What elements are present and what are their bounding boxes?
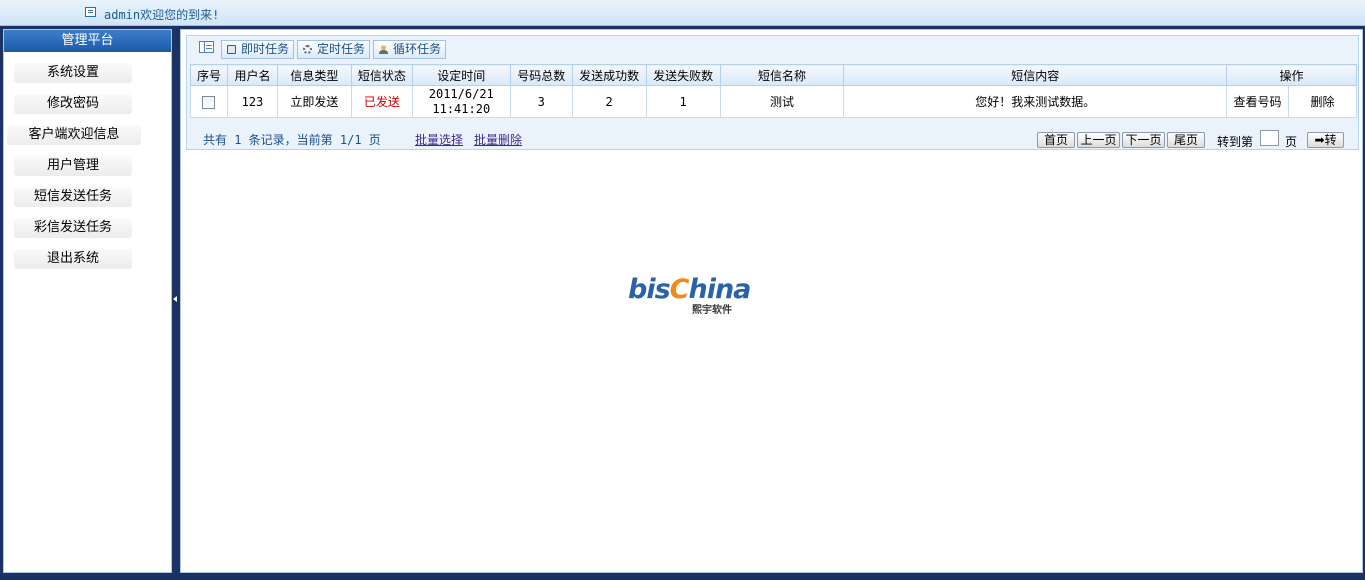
logo-text-part: C [669, 274, 690, 305]
cell-username: 123 [226, 85, 278, 118]
monitor-icon [227, 45, 236, 54]
top-bar: admin欢迎您的到来! [0, 0, 1365, 26]
col-header-status: 短信状态 [350, 64, 413, 86]
logo-subtitle: 熙宇软件 [692, 305, 732, 316]
last-page-button[interactable]: 尾页 [1167, 132, 1205, 148]
cell-time-text: 11:41:20 [432, 101, 491, 116]
sidebar-item-mms-tasks[interactable]: 彩信发送任务 [14, 218, 132, 238]
cell-success: 2 [571, 85, 647, 118]
col-header-type: 信息类型 [276, 64, 352, 86]
col-header-content: 短信内容 [843, 64, 1228, 86]
sidebar-item-sms-tasks[interactable]: 短信发送任务 [14, 187, 132, 207]
tab-instant-task[interactable]: 即时任务 [221, 40, 294, 59]
col-header-total: 号码总数 [509, 64, 573, 86]
cell-status: 已发送 [350, 85, 413, 118]
sidebar-item-change-password[interactable]: 修改密码 [14, 94, 132, 114]
tab-scheduled-task[interactable]: 定时任务 [297, 40, 370, 59]
cell-total: 3 [509, 85, 573, 118]
row-checkbox-cell [190, 85, 228, 118]
prev-page-button[interactable]: 上一页 [1077, 132, 1120, 148]
sidebar-title: 管理平台 [4, 30, 171, 52]
cell-date-text: 2011/6/21 [428, 86, 494, 101]
cell-time: 2011/6/21 11:41:20 [411, 85, 511, 118]
batch-select-link[interactable]: 批量选择 [415, 131, 463, 148]
tab-recurring-task[interactable]: 循环任务 [373, 40, 446, 59]
logo-wordmark: bisChina [628, 274, 751, 305]
list-icon [199, 41, 214, 53]
record-summary: 共有 1 条记录，当前第 1/1 页 [203, 133, 381, 147]
gear-icon [303, 45, 312, 54]
collapse-arrow-icon[interactable] [173, 296, 177, 302]
tab-label: 定时任务 [317, 42, 366, 56]
sidebar-item-client-welcome[interactable]: 客户端欢迎信息 [7, 125, 141, 145]
col-header-username: 用户名 [226, 64, 278, 86]
sidebar-item-logout[interactable]: 退出系统 [14, 249, 132, 269]
document-icon [85, 7, 96, 17]
sidebar-item-user-management[interactable]: 用户管理 [14, 156, 132, 176]
row-checkbox[interactable] [202, 95, 216, 109]
goto-suffix-label: 页 [1285, 135, 1298, 149]
bischina-logo: bisChina 熙宇软件 [628, 266, 751, 316]
cell-type: 立即发送 [276, 85, 352, 118]
main-panel: 即时任务 定时任务 循环任务 序号 用户名 信息类型 短信状态 设定时间 号码总… [180, 29, 1363, 573]
col-header-index: 序号 [190, 64, 228, 86]
welcome-text: admin欢迎您的到来! [104, 8, 220, 22]
task-table: 序号 用户名 信息类型 短信状态 设定时间 号码总数 发送成功数 发送失败数 短… [190, 64, 1358, 118]
goto-page-input[interactable] [1260, 130, 1279, 146]
user-icon [379, 45, 388, 54]
sidebar: 管理平台 系统设置 修改密码 客户端欢迎信息 用户管理 短信发送任务 彩信发送任… [3, 29, 172, 573]
cell-failed: 1 [645, 85, 721, 118]
view-numbers-link[interactable]: 查看号码 [1226, 85, 1289, 118]
col-header-failed: 发送失败数 [645, 64, 721, 86]
col-header-time: 设定时间 [411, 64, 511, 86]
col-header-name: 短信名称 [719, 64, 845, 86]
table-row: 123 立即发送 已发送 2011/6/21 11:41:20 3 2 1 测试… [190, 85, 1358, 118]
sidebar-item-system-settings[interactable]: 系统设置 [14, 63, 132, 83]
next-page-button[interactable]: 下一页 [1122, 132, 1165, 148]
tab-label: 即时任务 [241, 42, 290, 56]
col-header-success: 发送成功数 [571, 64, 647, 86]
logo-text-part: bis [628, 274, 671, 305]
delete-link[interactable]: 删除 [1287, 85, 1358, 118]
tab-label: 循环任务 [393, 42, 442, 56]
go-button[interactable]: ➡转 [1307, 132, 1344, 148]
cell-name: 测试 [719, 85, 845, 118]
batch-delete-link[interactable]: 批量删除 [474, 131, 522, 148]
first-page-button[interactable]: 首页 [1037, 132, 1075, 148]
goto-prefix-label: 转到第 [1217, 135, 1254, 149]
cell-content: 您好！我来测试数据。 [843, 85, 1228, 118]
task-panel: 即时任务 定时任务 循环任务 序号 用户名 信息类型 短信状态 设定时间 号码总… [186, 35, 1359, 150]
table-header-row: 序号 用户名 信息类型 短信状态 设定时间 号码总数 发送成功数 发送失败数 短… [190, 64, 1357, 86]
col-header-actions: 操作 [1226, 64, 1357, 86]
